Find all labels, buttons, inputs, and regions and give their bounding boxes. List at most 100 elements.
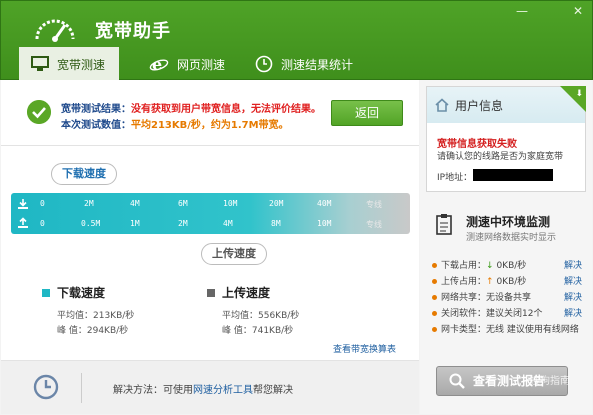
result-summary: 宽带测试结果：没有获取到用户带宽信息，无法评价结果。 本次测试数值：平均213K… [1, 80, 419, 146]
upload-tick: 10M [317, 219, 332, 228]
close-button[interactable]: ✕ [567, 3, 589, 19]
fetch-failed-text: 宽带信息获取失败 [437, 139, 517, 150]
solution-suffix: 帮您解决 [253, 385, 293, 396]
title-bar: 宽带助手 — ✕ 宽带测速 e 网页测速 测速结果统计 [0, 0, 593, 81]
env-monitor-subtitle: 测速网络数据实时显示 [466, 233, 557, 243]
env-row-label: 网卡类型： [441, 325, 487, 335]
upload-color-swatch [207, 289, 215, 297]
env-row-value: 建议关闭12个 [486, 309, 543, 319]
result-line-1: 宽带测试结果：没有获取到用户带宽信息，无法评价结果。 [61, 100, 321, 115]
tab-bar: 宽带测速 e 网页测速 测速结果统计 [1, 47, 593, 81]
check-icon [27, 100, 51, 124]
clock-icon [33, 374, 59, 400]
home-icon [435, 98, 449, 112]
env-row-label: 下载占用： [441, 261, 487, 271]
user-info-header: 用户信息 [427, 87, 585, 123]
upload-tick: 0 [40, 219, 45, 228]
ip-label: IP地址： [437, 173, 473, 183]
upload-tick: 专线 [366, 220, 382, 229]
minimize-button[interactable]: — [511, 3, 533, 19]
fix-link[interactable]: 解决 [564, 290, 582, 303]
env-row-download: 下载占用：↓ 0KB/秒 解决 [432, 258, 582, 274]
bandwidth-conversion-link[interactable]: 查看带宽换算表 [333, 342, 396, 355]
footer-bar: 解决方法：可使用网速分析工具帮您解决 [1, 360, 419, 414]
main-panel: 宽带测试结果：没有获取到用户带宽信息，无法评价结果。 本次测试数值：平均213K… [1, 80, 419, 360]
upload-tick: 0.5M [81, 219, 101, 228]
result-label: 宽带测试结果： [61, 104, 131, 115]
status-dot [432, 311, 437, 316]
env-row-close-software: 关闭软件：建议关闭12个 解决 [432, 306, 582, 322]
status-dot [432, 263, 437, 268]
fetch-failed-hint: 请确认您的线路是否为家庭宽带 [437, 152, 564, 162]
download-tick: 0 [40, 199, 45, 208]
user-info-panel: 用户信息 ⬇ 宽带信息获取失败 请确认您的线路是否为家庭宽带 IP地址： [426, 86, 586, 192]
network-analysis-tool-link[interactable]: 网速分析工具 [193, 385, 253, 396]
download-color-swatch [42, 289, 50, 297]
ie-icon: e [149, 55, 169, 73]
env-monitor-title: 测速中环境监测 [466, 215, 551, 229]
result-value-label: 本次测试数值： [61, 120, 131, 131]
env-row-label: 关闭软件： [441, 309, 487, 319]
app-title: 宽带助手 [95, 21, 171, 42]
divider [81, 373, 82, 403]
magnifier-icon [449, 373, 465, 389]
tab-web-speed[interactable]: e 网页测速 [149, 47, 249, 81]
arrow-up-icon: ↑ [486, 277, 494, 287]
tab-label: 网页测速 [177, 57, 226, 72]
download-tick: 20M [269, 199, 284, 208]
solution-text: 解决方法：可使用网速分析工具帮您解决 [113, 381, 293, 396]
tab-label: 宽带测速 [57, 57, 106, 72]
download-average: 平均值：213KB/秒 [57, 311, 135, 321]
ip-address-redacted [473, 169, 553, 181]
download-icon [18, 199, 28, 209]
tab-label: 测速结果统计 [281, 57, 354, 72]
user-info-title: 用户信息 [455, 99, 504, 113]
env-row-value: 无设备共享 [486, 293, 532, 303]
fix-link[interactable]: 解决 [564, 258, 582, 271]
fix-link[interactable]: 解决 [564, 306, 582, 319]
fix-link[interactable]: 解决 [564, 274, 582, 287]
env-row-nic-type: 网卡类型：无线 建议使用有线网络 [432, 322, 582, 338]
env-row-value: 0KB/秒 [496, 261, 527, 271]
tab-test-statistics[interactable]: 测速结果统计 [255, 47, 385, 81]
upload-speed-label: 上传速度 [201, 243, 267, 265]
right-sidebar: 用户信息 ⬇ 宽带信息获取失败 请确认您的线路是否为家庭宽带 IP地址： 测速中… [420, 80, 592, 414]
env-row-upload: 上传占用：↑ 0KB/秒 解决 [432, 274, 582, 290]
upload-tick: 1M [130, 219, 140, 228]
tab-broadband-speed[interactable]: 宽带测速 [19, 47, 119, 81]
upload-peak: 峰 值：741KB/秒 [222, 326, 294, 336]
env-row-network-sharing: 网络共享：无设备共享 解决 [432, 290, 582, 306]
clock-icon [255, 55, 273, 73]
upload-tick: 8M [271, 219, 281, 228]
arrow-down-icon: ⬇ [575, 89, 583, 99]
download-speed-label: 下载速度 [51, 163, 117, 185]
download-peak: 峰 值：294KB/秒 [57, 326, 129, 336]
upload-average: 平均值：556KB/秒 [222, 311, 300, 321]
result-line-2: 本次测试数值：平均213KB/秒，约为1.7M带宽。 [61, 116, 289, 131]
download-tick: 2M [84, 199, 94, 208]
speed-scale-bar: 0 2M 4M 6M 10M 20M 40M 专线 0 0.5M 1M 2M 4… [11, 193, 410, 234]
watermark: 搜狗指南 [530, 376, 570, 387]
download-tick: 4M [130, 199, 140, 208]
upload-tick: 2M [178, 219, 188, 228]
env-row-label: 上传占用： [441, 277, 487, 287]
upload-tick: 4M [223, 219, 233, 228]
result-value: 平均213KB/秒，约为1.7M带宽。 [131, 120, 289, 131]
env-row-value: 无线 建议使用有线网络 [486, 325, 579, 335]
clipboard-icon [436, 214, 452, 235]
monitor-icon [31, 56, 49, 71]
download-stat-title: 下载速度 [57, 286, 106, 300]
download-tick: 40M [317, 199, 332, 208]
speedometer-logo-icon [35, 19, 75, 42]
status-dot [432, 327, 437, 332]
download-tick: 6M [178, 199, 188, 208]
status-dot [432, 279, 437, 284]
arrow-down-icon: ↓ [486, 261, 494, 271]
back-button[interactable]: 返回 [331, 100, 403, 126]
status-dot [432, 295, 437, 300]
download-tick: 10M [223, 199, 238, 208]
upload-stat-title: 上传速度 [222, 286, 271, 300]
result-message: 没有获取到用户带宽信息，无法评价结果。 [131, 104, 321, 115]
env-row-label: 网络共享： [441, 293, 487, 303]
upload-icon [18, 217, 28, 228]
